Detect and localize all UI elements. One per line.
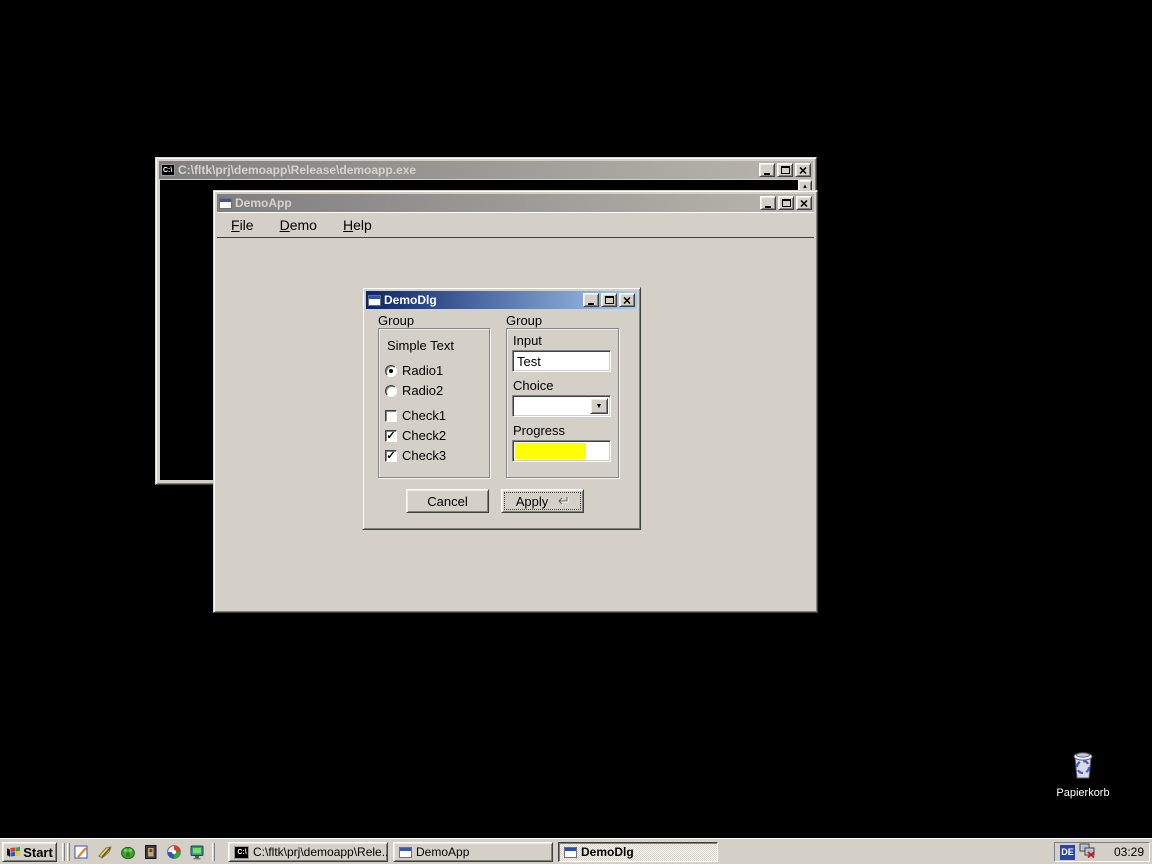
check1-label: Check1 bbox=[402, 408, 446, 423]
taskbar-divider bbox=[212, 843, 215, 861]
demodlg-minimize-button[interactable] bbox=[583, 293, 599, 307]
demodlg-window-icon bbox=[368, 295, 381, 306]
minimize-icon bbox=[764, 173, 770, 175]
taskbar-divider bbox=[62, 843, 65, 861]
choice-dropdown-button[interactable]: ▼ bbox=[590, 398, 608, 414]
choice-dropdown[interactable]: ▼ bbox=[512, 395, 611, 417]
maximize-icon bbox=[781, 166, 790, 174]
cancel-button-label: Cancel bbox=[427, 494, 467, 509]
console-minimize-button[interactable] bbox=[759, 163, 775, 177]
left-groupbox: Simple Text Radio1 Radio2 Check1 ✓ Check… bbox=[378, 328, 490, 478]
demoapp-menubar: File Demo Help bbox=[217, 212, 814, 238]
console-maximize-button[interactable] bbox=[777, 163, 793, 177]
input-field-wrap bbox=[512, 350, 611, 372]
network-status-icon[interactable] bbox=[1079, 843, 1096, 861]
quicklaunch-terminal-icon[interactable] bbox=[189, 844, 205, 860]
check3-row[interactable]: ✓ Check3 bbox=[385, 448, 446, 463]
recycle-bin-label: Papierkorb bbox=[1046, 787, 1120, 799]
close-icon bbox=[623, 297, 631, 304]
demodlg-client-area: Group Group Simple Text Radio1 Radio2 Ch… bbox=[366, 309, 637, 526]
taskbar-divider bbox=[67, 843, 70, 861]
quicklaunch-colorlogo-icon[interactable] bbox=[166, 844, 182, 860]
check2-checkbox[interactable]: ✓ bbox=[385, 430, 397, 442]
recycle-bin-icon bbox=[1066, 746, 1100, 785]
console-close-button[interactable] bbox=[795, 163, 811, 177]
console-window-title: C:\fltk\prj\demoapp\Release\demoapp.exe bbox=[178, 163, 756, 177]
check1-row[interactable]: Check1 bbox=[385, 408, 446, 423]
radio2-button[interactable] bbox=[385, 385, 397, 397]
taskbar-task-demodlg[interactable]: DemoDlg bbox=[558, 842, 718, 862]
demodlg-dialog[interactable]: DemoDlg Group Group Simple Text Radio1 R… bbox=[362, 287, 641, 530]
radio1-button[interactable] bbox=[385, 365, 397, 377]
apply-button[interactable]: Apply bbox=[501, 489, 584, 513]
cancel-button[interactable]: Cancel bbox=[406, 489, 489, 513]
system-tray: DE 03:29 bbox=[1054, 842, 1150, 862]
menu-help[interactable]: Help bbox=[337, 215, 378, 235]
right-group-label: Group bbox=[506, 313, 542, 328]
check3-checkbox[interactable]: ✓ bbox=[385, 450, 397, 462]
demodlg-window-title: DemoDlg bbox=[384, 293, 580, 307]
recycle-bin-desktop-icon[interactable]: Papierkorb bbox=[1046, 746, 1120, 799]
demoapp-window-icon bbox=[219, 198, 232, 209]
radio2-label: Radio2 bbox=[402, 383, 443, 398]
desktop: { "colors": { "chrome": "#D4D0C8", "acti… bbox=[0, 0, 1152, 864]
console-icon: C:\ bbox=[234, 846, 249, 859]
return-arrow-icon bbox=[554, 496, 569, 506]
demoapp-close-button[interactable] bbox=[796, 196, 812, 210]
keyboard-layout-indicator[interactable]: DE bbox=[1060, 845, 1075, 860]
taskbar-task-console[interactable]: C:\ C:\fltk\prj\demoapp\Rele... bbox=[228, 842, 388, 862]
menu-demo[interactable]: Demo bbox=[274, 215, 323, 235]
window-icon bbox=[399, 847, 412, 858]
close-icon bbox=[799, 167, 807, 174]
minimize-icon bbox=[588, 303, 594, 305]
check2-row[interactable]: ✓ Check2 bbox=[385, 428, 446, 443]
quicklaunch-creature-icon[interactable] bbox=[120, 844, 136, 860]
quicklaunch-notepad-icon[interactable] bbox=[74, 844, 90, 860]
minimize-icon bbox=[765, 206, 771, 208]
taskbar-task-demoapp[interactable]: DemoApp bbox=[393, 842, 553, 862]
task-demodlg-label: DemoDlg bbox=[581, 845, 634, 859]
demoapp-minimize-button[interactable] bbox=[760, 196, 776, 210]
radio1-label: Radio1 bbox=[402, 363, 443, 378]
radio2-row[interactable]: Radio2 bbox=[385, 383, 443, 398]
maximize-icon bbox=[605, 296, 614, 304]
quicklaunch-book-icon[interactable] bbox=[143, 844, 159, 860]
input-label: Input bbox=[513, 333, 542, 348]
demoapp-window-title: DemoApp bbox=[235, 196, 757, 210]
console-titlebar[interactable]: C:\ C:\fltk\prj\demoapp\Release\demoapp.… bbox=[159, 161, 813, 179]
taskbar: Start C:\ C:\fltk\prj\demoapp\Rele... De… bbox=[0, 838, 1152, 864]
progress-label: Progress bbox=[513, 423, 565, 438]
demoapp-maximize-button[interactable] bbox=[778, 196, 794, 210]
maximize-icon bbox=[782, 199, 791, 207]
input-field[interactable] bbox=[515, 353, 608, 369]
close-icon bbox=[800, 200, 808, 207]
left-group-label: Group bbox=[378, 313, 414, 328]
start-button-label: Start bbox=[23, 845, 53, 860]
window-icon bbox=[564, 847, 577, 858]
right-groupbox: Input Choice ▼ Progress bbox=[506, 328, 619, 478]
console-icon: C:\ bbox=[161, 164, 175, 176]
menu-file[interactable]: File bbox=[225, 215, 260, 235]
demodlg-titlebar[interactable]: DemoDlg bbox=[366, 291, 637, 309]
demodlg-maximize-button[interactable] bbox=[601, 293, 617, 307]
taskbar-clock[interactable]: 03:29 bbox=[1114, 845, 1144, 859]
progress-bar bbox=[512, 440, 611, 462]
demodlg-close-button[interactable] bbox=[619, 293, 635, 307]
windows-logo-icon bbox=[6, 845, 21, 859]
radio1-row[interactable]: Radio1 bbox=[385, 363, 443, 378]
quicklaunch-write-icon[interactable] bbox=[97, 844, 113, 860]
check3-label: Check3 bbox=[402, 448, 446, 463]
apply-button-label: Apply bbox=[516, 494, 549, 509]
demoapp-titlebar[interactable]: DemoApp bbox=[217, 194, 814, 212]
check1-checkbox[interactable] bbox=[385, 410, 397, 422]
radio-dot-icon bbox=[389, 369, 393, 373]
progress-bar-fill bbox=[515, 443, 586, 459]
task-console-label: C:\fltk\prj\demoapp\Rele... bbox=[253, 845, 388, 859]
choice-label: Choice bbox=[513, 378, 553, 393]
simple-text-label: Simple Text bbox=[387, 338, 454, 353]
task-demoapp-label: DemoApp bbox=[416, 845, 469, 859]
start-button[interactable]: Start bbox=[2, 842, 57, 862]
check2-label: Check2 bbox=[402, 428, 446, 443]
